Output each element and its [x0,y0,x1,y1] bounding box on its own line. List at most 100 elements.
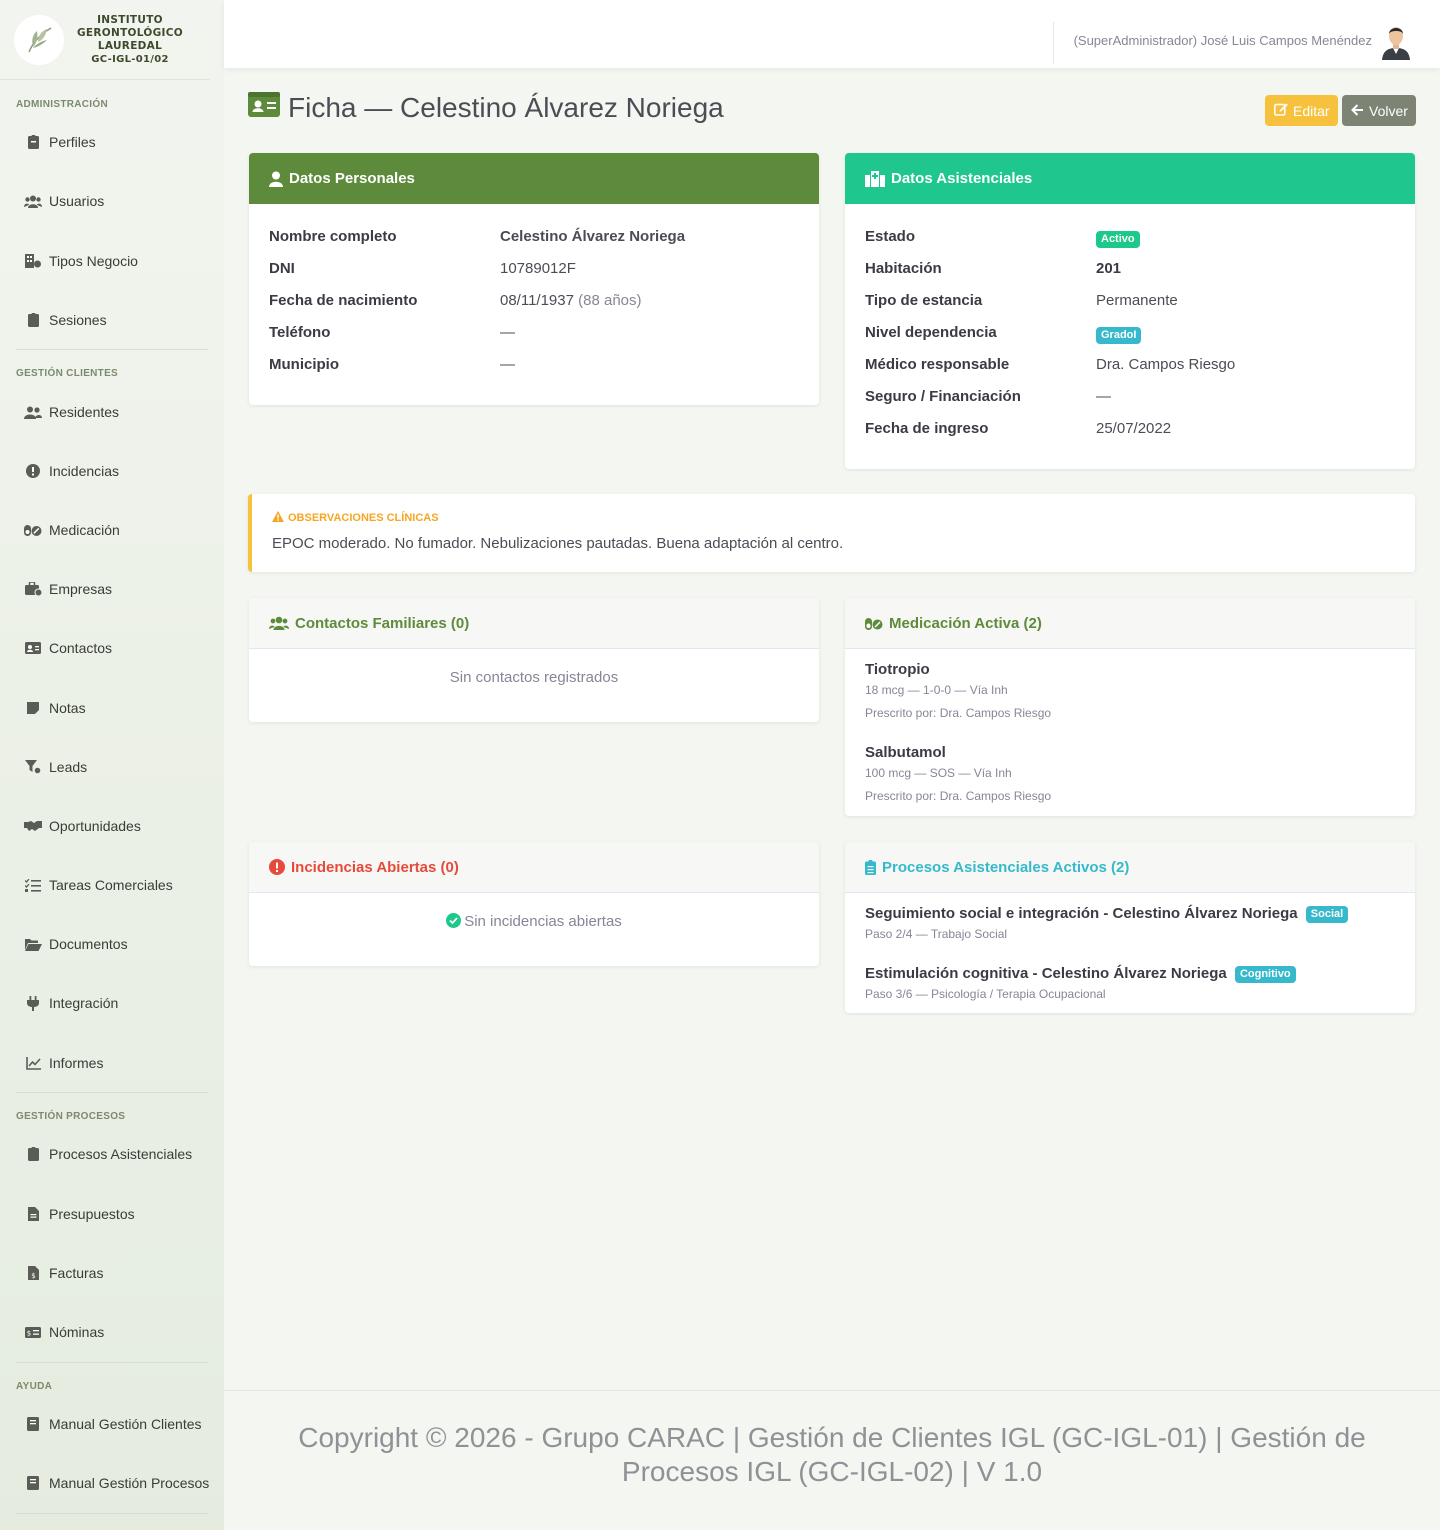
sidebar-item-integracion[interactable]: Integración [24,993,118,1013]
svg-text:$: $ [27,1329,31,1337]
active-processes-card: Procesos Asistenciales Activos (2) Segui… [845,842,1415,1013]
sidebar-item-label: Integración [49,995,119,1011]
back-button[interactable]: Volver [1342,95,1416,126]
sidebar-item-label: Usuarios [49,193,105,209]
medication-dose: 100 mcg — SOS — Vía Inh [865,766,1012,780]
user-name[interactable]: (SuperAdministrador) José Luis Campos Me… [1074,33,1372,48]
section-admin: ADMINISTRACIÓN [16,99,108,110]
open-incidents-card: Incidencias Abiertas (0) Sin incidencias… [249,842,819,966]
hospital-icon [865,170,885,187]
process-type-badge: Social [1305,906,1349,923]
money-check-icon: $ [24,1324,42,1340]
no-incidents-text: Sin incidencias abiertas [464,913,622,930]
sidebar-item-usuarios[interactable]: Usuarios [24,191,104,211]
sidebar-item-label: Medicación [49,522,120,538]
sidebar-item-oportunidades[interactable]: Oportunidades [24,816,141,836]
sidebar-item-nominas[interactable]: $ Nóminas [24,1322,104,1342]
sidebar-item-tipos-negocio[interactable]: Tipos Negocio [24,251,138,271]
sidebar-item-informes[interactable]: Informes [24,1053,103,1073]
sidebar-item-leads[interactable]: Leads [24,757,87,777]
clinical-notes-title: OBSERVACIONES CLÍNICAS [272,511,439,525]
field-label: Municipio [269,356,339,373]
sidebar-item-contactos[interactable]: Contactos [24,638,112,658]
sidebar-item-label: Presupuestos [49,1206,135,1222]
clipboard-list-icon [865,859,876,875]
user-friends-icon [24,404,42,420]
process-name: Estimulación cognitiva - Celestino Álvar… [865,965,1227,982]
brand-line-3: LAUREDAL [97,39,163,52]
sidebar-item-sesiones[interactable]: Sesiones [24,310,107,330]
birth-date: 08/11/1937 [500,292,574,309]
field-value: 25/07/2022 [1096,420,1172,437]
topbar: (SuperAdministrador) José Luis Campos Me… [224,0,1440,68]
personal-data-title: Datos Personales [289,170,415,187]
process-item[interactable]: Estimulación cognitiva - Celestino Álvar… [865,965,1296,983]
process-item[interactable]: Seguimiento social e integración - Celes… [865,905,1349,923]
pills-icon [865,617,883,630]
sidebar-item-manual-clientes[interactable]: Manual Gestión Clientes [24,1414,202,1434]
sidebar-item-label: Incidencias [49,463,120,479]
sidebar-item-facturas[interactable]: $ Facturas [24,1263,103,1283]
sidebar-item-perfiles[interactable]: Perfiles [24,132,96,152]
sidebar-item-label: Documentos [49,936,128,952]
sidebar-item-label: Nóminas [49,1324,105,1340]
leaf-logo-icon [14,14,64,65]
medication-name: Salbutamol [865,744,946,761]
clinical-notes-text: EPOC moderado. No fumador. Nebulizacione… [272,535,844,552]
sidebar-item-procesos-asistenciales[interactable]: Procesos Asistenciales [24,1144,192,1164]
process-type-badge: Cognitivo [1234,966,1296,983]
brand-line-1: INSTITUTO [97,13,163,26]
id-badge-icon [24,134,42,150]
sidebar-item-residentes[interactable]: Residentes [24,402,119,422]
sidebar-item-label: Facturas [49,1265,104,1281]
sidebar-item-presupuestos[interactable]: Presupuestos [24,1204,135,1224]
topbar-divider [1053,22,1054,64]
briefcase-icon [24,581,42,597]
open-incidents-title: Incidencias Abiertas (0) [291,858,459,876]
plug-icon [24,995,42,1011]
edit-button-label: Editar [1293,102,1330,119]
sidebar-item-incidencias[interactable]: Incidencias [24,461,119,481]
field-value: 08/11/1937 (88 años) [500,292,642,309]
footer: Copyright © 2026 - Grupo CARAC | Gestión… [224,1390,1440,1530]
sidebar-divider [16,349,208,350]
sidebar-item-label: Contactos [49,640,113,656]
field-value: — [1096,388,1111,405]
sidebar-item-empresas[interactable]: Empresas [24,579,112,599]
id-card-icon [248,92,280,124]
sidebar-item-label: Notas [49,700,86,716]
field-label: Nivel dependencia [865,324,997,341]
arrow-left-icon [1351,103,1364,119]
no-incidents-message: Sin incidencias abiertas [249,913,819,932]
edit-icon [1274,102,1288,119]
page-title: Ficha — Celestino Álvarez Noriega [248,92,724,124]
field-value: Permanente [1096,292,1178,309]
sidebar-item-label: Informes [49,1055,104,1071]
personal-data-header: Datos Personales [249,153,819,204]
sidebar-item-label: Perfiles [49,134,96,150]
sidebar-item-documentos[interactable]: Documentos [24,934,128,954]
sidebar-item-label: Oportunidades [49,818,141,834]
edit-button[interactable]: Editar [1265,95,1338,126]
family-contacts-header: Contactos Familiares (0) [249,598,819,649]
book-icon [24,1475,42,1491]
brand[interactable]: INSTITUTO GERONTOLÓGICO LAUREDAL GC-IGL-… [0,0,210,80]
folder-open-icon [24,936,42,952]
user-avatar-icon[interactable] [1380,22,1412,60]
medication-dose: 18 mcg — 1-0-0 — Vía Inh [865,683,1008,697]
warning-icon [272,511,284,525]
tasks-icon [24,877,42,893]
section-procesos: GESTIÓN PROCESOS [16,1111,126,1122]
sidebar-item-tareas[interactable]: Tareas Comerciales [24,875,173,895]
sidebar-item-medicacion[interactable]: Medicación [24,520,120,540]
family-contacts-title: Contactos Familiares (0) [295,614,470,632]
sidebar-item-manual-procesos[interactable]: Manual Gestión Procesos [24,1473,209,1493]
clipboard-icon [24,312,42,328]
copyright-text: Copyright © 2026 - Grupo CARAC | Gestión… [298,1422,1366,1487]
page-title-text: Ficha — Celestino Álvarez Noriega [288,92,724,123]
active-processes-title: Procesos Asistenciales Activos (2) [882,858,1130,876]
sidebar-item-notas[interactable]: Notas [24,698,86,718]
building-icon [24,253,42,269]
sidebar-divider [16,1362,208,1363]
empty-contacts-message: Sin contactos registrados [449,669,619,686]
